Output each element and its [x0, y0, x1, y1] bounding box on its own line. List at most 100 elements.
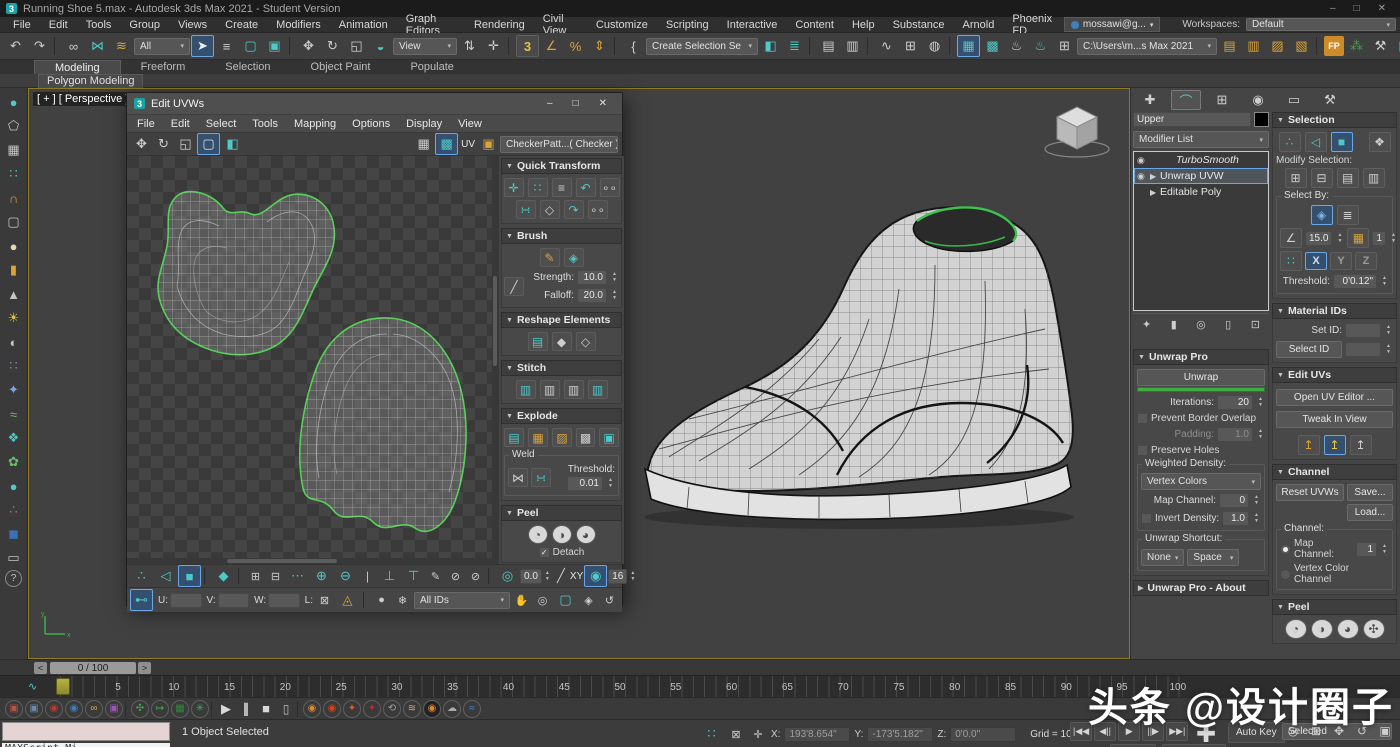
help-icon[interactable]: ? [5, 570, 22, 587]
maximize-button[interactable]: □ [1354, 3, 1360, 14]
y-coordinate-field[interactable]: -173'5.182" [867, 727, 933, 742]
rail-light-tool-icon[interactable]: ☀ [2, 306, 26, 330]
uv-zoom-to-gizmo-icon[interactable]: ↺ [600, 591, 619, 609]
rail-magnet-tool-icon[interactable]: ∩ [2, 186, 26, 210]
rail-multi-tool-icon[interactable]: ∴ [2, 498, 26, 522]
qt-align-pivot-icon[interactable]: ✛ [504, 178, 524, 197]
tab-hierarchy[interactable]: ⊞ [1207, 90, 1237, 110]
rail-particles-tool-icon[interactable]: ∷ [2, 354, 26, 378]
fx-grid-icon[interactable]: ▦ [171, 700, 189, 718]
uv-islands[interactable] [127, 156, 492, 558]
axis-constraint-button[interactable]: Y [1330, 252, 1352, 270]
rail-polygon-tool-icon[interactable]: ⬠ [2, 114, 26, 138]
grid-size-field[interactable]: 16 [608, 569, 627, 584]
object-color-swatch[interactable] [1254, 112, 1269, 127]
fx-emitter-icon[interactable]: ✳ [191, 700, 209, 718]
vertex-color-channel-radio[interactable] [1280, 569, 1291, 580]
transform-gizmo-toggle-icon[interactable]: ✛ [749, 726, 767, 743]
dialog-menu-item[interactable]: Edit [163, 118, 198, 130]
qt-align-horizontal-icon[interactable]: ∷ [528, 178, 548, 197]
uv-absolute-offset-toggle-icon[interactable]: ⊷ [130, 589, 153, 611]
rollout-header[interactable]: Selection [1272, 112, 1397, 128]
show-map-icon[interactable]: ▩ [435, 133, 458, 155]
uv-shrink-selection-icon[interactable]: ⊟ [266, 567, 285, 585]
u-coordinate-field[interactable] [170, 593, 202, 608]
fx-splash-icon[interactable]: ≈ [463, 700, 481, 718]
menu-item[interactable]: Create [216, 19, 267, 31]
select-id-field[interactable] [1345, 342, 1381, 357]
dialog-minimize-button[interactable]: – [547, 98, 553, 109]
fx-flame-1-icon[interactable]: ◉ [303, 700, 321, 718]
fx-stop-icon[interactable]: ■ [257, 700, 275, 718]
pin-stack-icon[interactable]: ✦ [1138, 316, 1156, 332]
xy-falloff-space-label[interactable]: XY [570, 571, 583, 582]
select-and-scale-icon[interactable]: ◱ [345, 35, 368, 57]
uv-freeze-icon[interactable]: ❄ [393, 591, 412, 609]
uv-soft-selection-icon[interactable]: ◎ [496, 565, 519, 587]
uv-grow-ring-icon[interactable]: ⊥ [378, 565, 401, 587]
quick-peel-map-icon[interactable]: ↥ [1324, 435, 1346, 455]
planar-id-field[interactable]: 1 [1372, 231, 1386, 246]
sel-edge-icon[interactable]: ◁ [1305, 132, 1327, 152]
toggle-scene-explorer-icon[interactable]: ▤ [817, 35, 840, 57]
flatten-by-smoothing-icon[interactable]: ▤ [504, 428, 524, 447]
uv-pan-icon[interactable]: ✋ [512, 591, 531, 609]
brush-relax-icon[interactable]: ◈ [564, 248, 584, 267]
select-by-name-icon[interactable]: ≡ [215, 35, 238, 57]
brush-move-icon[interactable]: ✎ [540, 248, 560, 267]
rectangular-selection-region-icon[interactable]: ▢ [239, 35, 262, 57]
uv-channel-label[interactable]: UV [461, 139, 475, 150]
menu-item[interactable]: Tools [77, 19, 121, 31]
rollout-header[interactable]: Brush [501, 228, 622, 244]
selection-filter-dropdown[interactable]: All▾ [134, 38, 190, 55]
uv-shrink-ring-icon[interactable]: ⊤ [402, 565, 425, 587]
fx-ocean-icon[interactable]: ▣ [105, 700, 123, 718]
uv-grow-selection-icon[interactable]: ⊞ [246, 567, 265, 585]
menu-item[interactable]: File [4, 19, 40, 31]
align-icon[interactable]: ≣ [783, 35, 806, 57]
fx-follow-path-icon[interactable]: ↦ [151, 700, 169, 718]
rail-points-tool-icon[interactable]: ∷ [2, 162, 26, 186]
fx-smoke-sim-icon[interactable]: ▣ [25, 700, 43, 718]
uv-falloff-linear-icon[interactable]: ╱ [553, 565, 569, 587]
dialog-menu-item[interactable]: View [450, 118, 490, 130]
menu-item[interactable]: Edit [40, 19, 77, 31]
menu-item[interactable]: Substance [884, 19, 954, 31]
dialog-menu-item[interactable]: Options [344, 118, 398, 130]
iterations-field[interactable]: 20 [1217, 395, 1253, 410]
curve-editor-icon[interactable]: ∿ [875, 35, 898, 57]
dialog-titlebar[interactable]: 3 Edit UVWs – □ ✕ [127, 93, 622, 115]
uv-move-icon[interactable]: ✥ [131, 134, 152, 154]
select-ring-icon[interactable]: ▥ [1363, 168, 1385, 188]
rollout-header[interactable]: Material IDs [1272, 303, 1397, 319]
uv-zoom-extents-icon[interactable]: ◈ [579, 591, 598, 609]
close-button[interactable]: ✕ [1378, 3, 1386, 14]
uv-filter-faces-icon[interactable]: ◬ [336, 589, 359, 611]
minimize-button[interactable]: – [1330, 3, 1336, 14]
z-coordinate-field[interactable]: 0'0.0" [950, 727, 1016, 742]
vertical-scrollbar[interactable] [492, 156, 498, 564]
unwrap-button[interactable]: Unwrap [1137, 369, 1265, 386]
quick-planar-map-icon[interactable]: ↥ [1298, 435, 1320, 455]
previous-frame-button[interactable]: < [34, 662, 47, 674]
uv-vertex-mode-icon[interactable]: ∴ [130, 565, 153, 587]
dialog-menu-item[interactable]: File [129, 118, 163, 130]
grow-selection-icon[interactable]: ⊞ [1285, 168, 1307, 188]
uv-element-mode-icon[interactable]: ◆ [212, 565, 235, 587]
viewcube[interactable] [1039, 97, 1115, 161]
uv-hide-icon[interactable]: ● [372, 591, 391, 609]
rail-foliage-tool-icon[interactable]: ✿ [2, 450, 26, 474]
horizontal-scrollbar[interactable] [127, 558, 492, 564]
peel-reset-icon[interactable]: ✣ [1363, 619, 1385, 639]
open-folder-icon[interactable]: ▥ [1242, 35, 1265, 57]
qt-rotate-ccw-icon[interactable]: ↶ [576, 178, 596, 197]
select-and-link-icon[interactable]: ∞ [62, 35, 85, 57]
material-id-filter-dropdown[interactable]: All IDs▾ [414, 592, 510, 609]
fx-play-icon[interactable]: ▶ [217, 700, 235, 718]
rail-container-tool-icon[interactable]: ◼ [2, 522, 26, 546]
selection-region-icon[interactable]: ∷ [700, 723, 723, 745]
select-by-planar-icon[interactable]: ▦ [1347, 228, 1369, 248]
rail-sphere-tool-icon[interactable]: ● [2, 90, 26, 114]
uv-zoom-region-icon[interactable]: ▢ [554, 589, 577, 611]
snaps-toggle-3d-icon[interactable]: 3 [516, 35, 539, 57]
